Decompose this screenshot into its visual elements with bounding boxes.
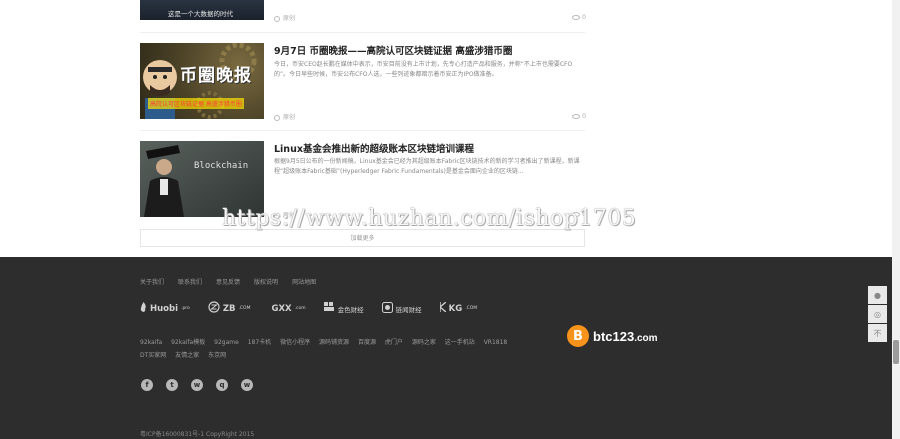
huobi-flame-icon [140,302,147,315]
qq-icon[interactable]: q [216,379,228,391]
friend-link[interactable]: 虎门户 [385,336,403,349]
friend-link[interactable]: 92kaifa模板 [171,336,205,349]
weibo-icon[interactable]: w [241,379,253,391]
article-source: 原创 [283,114,296,121]
article-meta: 原创 0 [274,112,586,121]
wechat-icon[interactable]: ◎ [868,305,887,323]
friend-link[interactable]: 187卡机 [248,336,271,349]
article-title[interactable]: Linux基金会推出新的超级账本区块链培训课程 [274,141,474,155]
wechat-icon[interactable]: w [191,379,203,391]
divider [140,130,585,131]
article-item[interactable]: Blockchain Linux基金会推出新的超级账本区块链培训课程 根据9月5… [140,141,586,221]
partner-kg[interactable]: KG .COM [438,301,477,315]
article-item[interactable]: 这是一个大数据的时代 原创 0 [140,0,586,24]
friend-link[interactable]: 友情之家 [175,349,199,362]
bitcoin-icon: B [567,325,589,347]
friend-link[interactable]: 源码之家 [412,336,436,349]
partner-jinse[interactable]: 金色财经 [323,302,364,315]
view-count: 0 [582,113,586,120]
scrollbar[interactable] [892,0,900,439]
article-source: 原创 [283,212,296,219]
friend-link[interactable]: 东京网 [208,349,226,362]
icp-copyright: 粤ICP备16000831号-1 CopyRight 2015 [140,431,255,438]
article-thumbnail[interactable]: Blockchain [140,141,264,217]
footer-link-about[interactable]: 关于我们 [140,277,164,286]
article-meta: 原创 0 [274,210,586,219]
clock-icon [274,114,280,121]
article-thumbnail[interactable]: 这是一个大数据的时代 [140,0,264,20]
eye-icon [572,15,581,20]
qq-icon[interactable]: ● [868,286,887,304]
footer: 关于我们 联系我们 意见反馈 版权说明 网站地图 Huobi .pro ZB .CO… [0,257,892,439]
friend-link[interactable]: VR1818 [484,336,508,349]
load-more-button[interactable]: 加载更多 [140,229,585,247]
thumbnail-caption: 这是一个大数据的时代 [168,10,233,18]
social-links: f t w q w [141,379,253,391]
friend-link[interactable]: DT买家网 [140,349,166,362]
back-to-top-icon[interactable]: 不 [868,324,887,342]
brand-name: btc123 [593,328,635,344]
friend-link[interactable]: 92game [214,336,239,349]
article-summary: 今日，币安CEO赵长鹏在媒体中表示，币安目前没有上市计划，先专心打造产品和服务，… [274,61,573,78]
friend-link[interactable]: 百度源 [358,336,376,349]
footer-link-sitemap[interactable]: 网站地图 [292,277,316,286]
eye-icon [572,212,581,217]
thumbnail-banner: 币圈晚报 [180,66,252,86]
friend-link[interactable]: 微信小程序 [280,336,310,349]
article-item[interactable]: 币圈晚报 高院认可区块链证据 高盛涉猎币圈 9月7日 币圈晚报——高院认可区块链… [140,43,586,123]
article-meta: 原创 0 [274,13,586,22]
thumbnail-board-text: Blockchain [194,161,249,171]
friend-links: 92kaifa 92kaifa模板 92game 187卡机 微信小程序 源码铺… [140,336,520,362]
clock-icon [274,212,280,219]
view-count: 0 [582,211,586,218]
article-title[interactable]: 9月7日 币圈晚报——高院认可区块链证据 高盛涉猎币圈 [274,43,512,57]
view-count: 0 [582,14,586,21]
friend-link[interactable]: 源码铺资源 [319,336,349,349]
partner-logos: Huobi .pro ZB .COM GXX .com 金色财经 链闻财经 KG… [140,301,477,316]
blackboard-illustration [140,141,264,217]
kg-logo-icon [438,301,447,315]
thumbnail-subtitle: 高院认可区块链证据 高盛涉猎币圈 [148,98,244,109]
partner-gxx[interactable]: GXX .com [268,304,305,314]
article-summary: 根据9月5日公布的一份新闻稿，Linux基金会已经为其超级账本Fabric区块链… [274,158,580,175]
zb-circle-icon [208,301,220,316]
divider [140,32,585,33]
footer-link-contact[interactable]: 联系我们 [178,277,202,286]
footer-nav: 关于我们 联系我们 意见反馈 版权说明 网站地图 [140,277,316,286]
friend-link[interactable]: 这一手机站 [445,336,475,349]
article-thumbnail[interactable]: 币圈晚报 高院认可区块链证据 高盛涉猎币圈 [140,43,264,119]
eye-icon [572,114,581,119]
partner-zb[interactable]: ZB .COM [208,301,250,316]
footer-link-copyright[interactable]: 版权说明 [254,277,278,286]
partner-huobi[interactable]: Huobi .pro [140,302,190,315]
brand-domain: .com [634,332,658,344]
floating-toolbar: ● ◎ 不 [868,286,887,343]
friend-link[interactable]: 92kaifa [140,336,162,349]
clock-icon [274,15,280,22]
footer-link-feedback[interactable]: 意见反馈 [216,277,240,286]
btc123-logo[interactable]: B btc123.com [567,325,658,347]
partner-lianwen[interactable]: 链闻财经 [381,301,422,316]
lianwen-logo-icon [381,301,393,316]
article-source: 原创 [283,15,296,22]
jinse-logo-icon [323,302,335,315]
facebook-icon[interactable]: f [141,379,153,391]
scrollbar-thumb[interactable] [893,340,899,364]
twitter-icon[interactable]: t [166,379,178,391]
